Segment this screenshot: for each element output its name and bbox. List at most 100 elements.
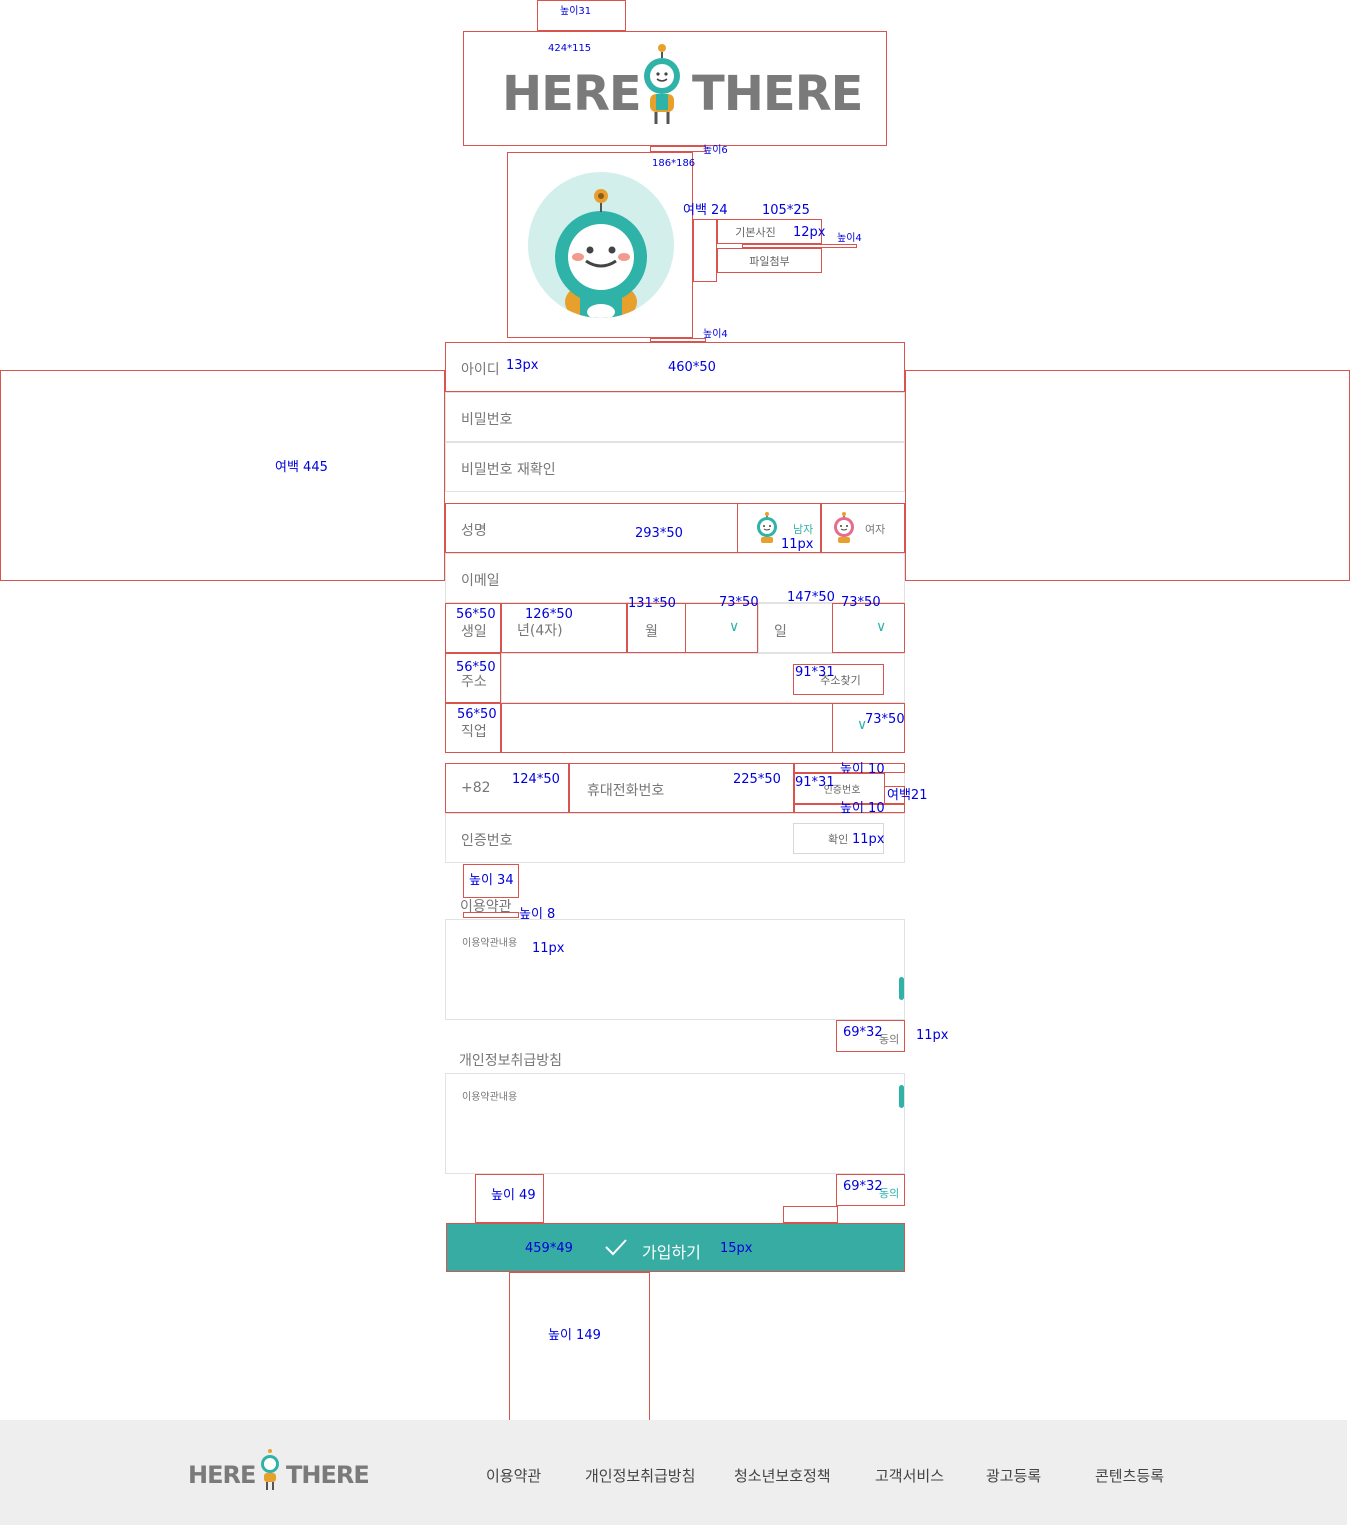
guide-box bbox=[783, 1206, 838, 1223]
month-dropdown-guide bbox=[685, 603, 758, 653]
footer-link-terms[interactable]: 이용약관 bbox=[486, 1465, 541, 1486]
annotation: 56*50 bbox=[456, 607, 496, 622]
annotation: 105*25 bbox=[762, 203, 810, 218]
logo-text-here: HERE bbox=[502, 66, 642, 122]
annotation: 높이 34 bbox=[469, 873, 514, 888]
job-dropdown-guide bbox=[832, 703, 905, 753]
check-icon bbox=[605, 1239, 627, 1256]
annotation: 여백21 bbox=[887, 788, 928, 803]
phone-number-placeholder: 휴대전화번호 bbox=[587, 783, 665, 799]
chevron-down-icon[interactable]: ∨ bbox=[729, 619, 739, 635]
female-label: 여자 bbox=[865, 523, 886, 536]
guide-box bbox=[693, 219, 717, 282]
annotation: 460*50 bbox=[668, 360, 716, 375]
annotation: 293*50 bbox=[635, 526, 683, 541]
attach-file-button[interactable]: 파일첨부 bbox=[717, 248, 822, 273]
left-margin-guide bbox=[0, 370, 445, 581]
terms-content: 이용약관내용 bbox=[462, 938, 518, 949]
country-code-select[interactable]: +82 bbox=[445, 763, 569, 813]
password-confirm-input[interactable]: 비밀번호 재확인 bbox=[445, 442, 905, 492]
password-input[interactable]: 비밀번호 bbox=[445, 392, 905, 442]
confirm-code-label: 확인 bbox=[828, 832, 849, 846]
footer-link-customer-service[interactable]: 고객서비스 bbox=[875, 1465, 944, 1486]
signup-label: 가입하기 bbox=[642, 1243, 701, 1262]
male-label: 남자 bbox=[793, 523, 814, 536]
annotation: 높이6 bbox=[703, 145, 728, 156]
default-photo-label: 기본사진 bbox=[735, 225, 776, 239]
annotation: 높이4 bbox=[837, 233, 862, 244]
name-input[interactable]: 성명 bbox=[445, 503, 738, 553]
site-logo[interactable]: HERE THERE bbox=[500, 40, 863, 130]
footer-logo-here: HERE bbox=[188, 1461, 256, 1489]
annotation: 높이4 bbox=[703, 329, 728, 340]
guide-box bbox=[509, 1272, 650, 1421]
footer-link-content-register[interactable]: 콘텐츠등록 bbox=[1095, 1465, 1164, 1486]
password-confirm-placeholder: 비밀번호 재확인 bbox=[461, 462, 556, 478]
birth-year-placeholder: 년(4자) bbox=[517, 623, 563, 639]
logo-text-there: THERE bbox=[692, 66, 863, 122]
footer-link-ad-register[interactable]: 광고등록 bbox=[986, 1465, 1041, 1486]
annotation: 56*50 bbox=[457, 707, 497, 722]
annotation: 131*50 bbox=[628, 596, 676, 611]
guide-box bbox=[463, 912, 519, 918]
privacy-scrollbar[interactable] bbox=[899, 1085, 904, 1108]
annotation: 186*186 bbox=[652, 158, 696, 169]
terms-content-box[interactable]: 이용약관내용 bbox=[445, 919, 905, 1020]
annotation: 15px bbox=[720, 1241, 753, 1256]
mascot-icon bbox=[261, 1449, 279, 1490]
terms-scrollbar[interactable] bbox=[899, 977, 904, 1000]
mascot-icon bbox=[644, 44, 680, 124]
country-code-value: +82 bbox=[461, 780, 491, 796]
birth-day-placeholder: 일 bbox=[774, 624, 787, 640]
birthday-label: 생일 bbox=[461, 624, 487, 640]
annotation: 73*50 bbox=[841, 595, 881, 610]
annotation: 147*50 bbox=[787, 590, 835, 605]
annotation: 13px bbox=[506, 358, 539, 373]
annotation: 11px bbox=[916, 1028, 949, 1043]
annotation: 124*50 bbox=[512, 772, 560, 787]
job-label: 직업 bbox=[461, 724, 487, 740]
profile-avatar bbox=[528, 172, 674, 318]
privacy-content-box[interactable]: 이용약관내용 bbox=[445, 1073, 905, 1174]
gender-female-option[interactable]: 여자 bbox=[821, 503, 905, 553]
footer-logo-there: THERE bbox=[286, 1461, 370, 1489]
right-margin-guide bbox=[905, 370, 1350, 581]
id-placeholder: 아이디 bbox=[461, 362, 500, 378]
annotation: 69*32 bbox=[843, 1025, 883, 1040]
footer-link-youth-policy[interactable]: 청소년보호정책 bbox=[734, 1465, 831, 1486]
annotation: 높이 49 bbox=[491, 1188, 536, 1203]
annotation: 69*32 bbox=[843, 1179, 883, 1194]
annotation: 여백 24 bbox=[683, 203, 728, 218]
phone-number-input[interactable]: 휴대전화번호 bbox=[569, 763, 794, 813]
email-placeholder: 이메일 bbox=[461, 573, 500, 589]
annotation: 73*50 bbox=[865, 712, 905, 727]
annotation: 11px bbox=[781, 537, 814, 552]
annotation: 225*50 bbox=[733, 772, 781, 787]
annotation: 91*31 bbox=[795, 775, 835, 790]
annotation: 높이 149 bbox=[548, 1328, 601, 1343]
privacy-title: 개인정보취급방침 bbox=[459, 1053, 563, 1069]
male-mascot-icon bbox=[757, 512, 777, 543]
privacy-content: 이용약관내용 bbox=[462, 1092, 518, 1103]
attach-file-label: 파일첨부 bbox=[749, 254, 790, 268]
female-mascot-icon bbox=[834, 512, 854, 543]
footer-logo[interactable]: HERE THERE bbox=[188, 1448, 373, 1494]
chevron-down-icon[interactable]: ∨ bbox=[876, 619, 886, 635]
signup-button[interactable]: 가입하기 bbox=[446, 1223, 905, 1272]
birth-month-placeholder: 월 bbox=[645, 624, 658, 640]
annotation: 11px bbox=[532, 941, 565, 956]
annotation: 459*49 bbox=[525, 1241, 573, 1256]
day-dropdown-guide bbox=[832, 603, 905, 653]
annotation: 11px bbox=[852, 832, 885, 847]
annotation: 91*31 bbox=[795, 665, 835, 680]
annotation: 56*50 bbox=[456, 660, 496, 675]
annotation: 126*50 bbox=[525, 607, 573, 622]
annotation: 높이31 bbox=[560, 6, 592, 17]
name-placeholder: 성명 bbox=[461, 523, 487, 539]
verification-code-placeholder: 인증번호 bbox=[461, 833, 513, 849]
password-placeholder: 비밀번호 bbox=[461, 412, 513, 428]
annotation: 12px bbox=[793, 225, 826, 240]
annotation: 73*50 bbox=[719, 595, 759, 610]
footer-link-privacy[interactable]: 개인정보취급방침 bbox=[585, 1465, 695, 1486]
annotation: 여백 445 bbox=[275, 460, 328, 475]
